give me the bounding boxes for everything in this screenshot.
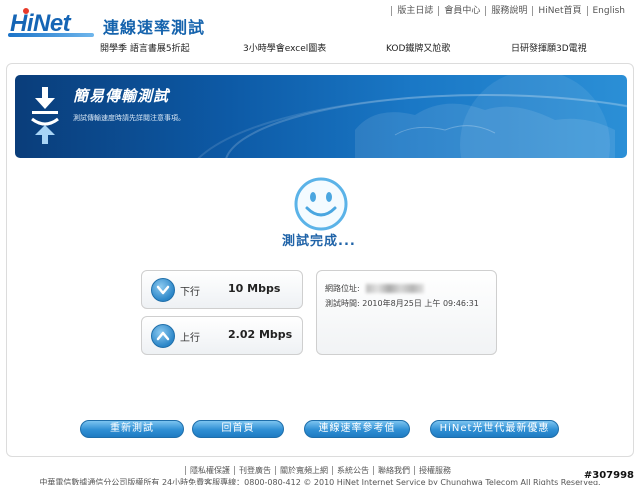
upload-result: 上行 2.02 Mbps — [141, 316, 303, 355]
connection-info: 網路位址: 測試時間: 2010年8月25日 上午 09:46:31 — [316, 270, 497, 355]
banner-subtitle: 測試傳輸速度時請先詳閱注意事項。 — [73, 114, 185, 122]
ip-value-redacted — [365, 284, 424, 293]
retest-button[interactable]: 重新測試 — [80, 420, 184, 438]
time-value: 2010年8月25日 上午 09:46:31 — [362, 299, 479, 308]
top-links: 版主日誌 會員中心 服務說明 HiNet首頁 English — [391, 6, 630, 16]
ip-row: 網路位址: — [325, 283, 424, 294]
download-arrow-icon — [151, 278, 175, 302]
top-link-member[interactable]: 會員中心 — [438, 6, 485, 16]
copyright: 中華電信數據通信分公司版權所有 24小時免費客服專線：0800-080-412 … — [39, 478, 601, 485]
footer-link-about-broadband[interactable]: 關於寬頻上網 — [275, 466, 332, 475]
footer-link-privacy[interactable]: 隱私權保護 — [185, 466, 234, 475]
download-result: 下行 10 Mbps — [141, 270, 303, 309]
banner-title: 簡易傳輸測試 — [73, 87, 170, 105]
logo-dot — [23, 8, 29, 14]
top-link-blog[interactable]: 版主日誌 — [391, 6, 438, 16]
transfer-icon — [31, 87, 59, 144]
upload-value: 2.02 Mbps — [228, 328, 293, 341]
site-title: 連線速率測試 — [103, 18, 206, 37]
ip-label: 網路位址: — [325, 284, 360, 293]
watermark: #307998 — [581, 470, 636, 481]
top-link-service[interactable]: 服務說明 — [485, 6, 532, 16]
download-value: 10 Mbps — [228, 282, 281, 295]
footer-link-announcements[interactable]: 系統公告 — [332, 466, 373, 475]
time-row: 測試時間: 2010年8月25日 上午 09:46:31 — [325, 298, 479, 309]
header: HiNet 連線速率測試 版主日誌 會員中心 服務說明 HiNet首頁 Engl… — [0, 0, 640, 60]
time-label: 測試時間: — [325, 299, 360, 308]
status-text: 測試完成... — [282, 234, 356, 249]
smiley-icon — [294, 177, 348, 231]
promo-link-3dtv[interactable]: 日研發揮願3D電視 — [511, 41, 587, 54]
upload-label: 上行 — [180, 333, 200, 344]
top-link-hinet-home[interactable]: HiNet首頁 — [532, 6, 586, 16]
footer-links: 隱私權保護 刊登廣告 關於寬頻上網 系統公告 聯絡我們 授權服務 — [0, 465, 640, 476]
footer-link-ads[interactable]: 刊登廣告 — [234, 466, 275, 475]
home-button[interactable]: 回首頁 — [192, 420, 284, 438]
footer-link-licensing[interactable]: 授權服務 — [414, 466, 455, 475]
footer-link-contact[interactable]: 聯絡我們 — [373, 466, 414, 475]
promo-link-kod[interactable]: KOD鐵牌又尬歌 — [386, 41, 450, 54]
upload-arrow-icon — [151, 324, 175, 348]
promo-link-excel[interactable]: 3小時學會excel圖表 — [243, 41, 326, 54]
banner: 簡易傳輸測試 測試傳輸速度時請先詳閱注意事項。 — [15, 75, 627, 158]
top-link-english[interactable]: English — [586, 6, 631, 16]
promo-link-books[interactable]: 開學季 語言書展5折起 — [100, 41, 190, 54]
logo-swoosh — [8, 33, 94, 37]
hinet-promo-button[interactable]: HiNet光世代最新優惠 — [430, 420, 559, 438]
main-card: 簡易傳輸測試 測試傳輸速度時請先詳閱注意事項。 測試完成... 下行 10 Mb… — [6, 63, 634, 457]
download-label: 下行 — [180, 287, 200, 298]
reference-button[interactable]: 連線速率參考值 — [304, 420, 410, 438]
